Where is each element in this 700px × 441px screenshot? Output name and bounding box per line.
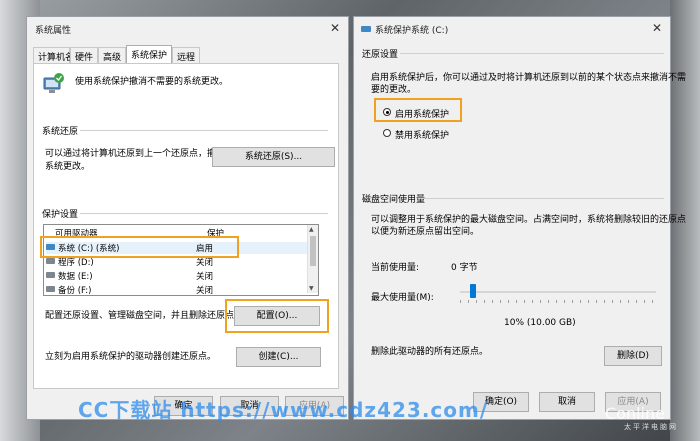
restore-desc-line2: 系统更改。 — [45, 162, 91, 172]
max-usage-label: 最大使用量(M): — [371, 293, 434, 303]
delete-desc: 删除此驱动器的所有还原点。 — [371, 347, 489, 357]
scroll-down-icon[interactable]: ▼ — [309, 285, 314, 292]
scroll-up-icon[interactable]: ▲ — [309, 226, 314, 233]
configure-desc: 配置还原设置、管理磁盘空间，并且删除还原点。 — [45, 311, 244, 321]
tab-computer-name[interactable]: 计算机名 — [33, 47, 74, 63]
cancel-button[interactable]: 取消 — [539, 392, 595, 412]
tab-remote[interactable]: 远程 — [172, 47, 200, 63]
protection-heading: 保护设置 — [42, 210, 79, 220]
watermark-brand-sub: 太平洋电脑网 — [624, 423, 678, 431]
slider-ticks — [460, 300, 656, 303]
close-icon[interactable]: ✕ — [652, 21, 662, 35]
system-protection-icon — [43, 73, 64, 93]
scroll-thumb[interactable] — [310, 236, 316, 266]
highlight-box-configure — [225, 299, 329, 333]
restore-settings-desc-line2: 要的更改。 — [371, 85, 417, 95]
intro-text: 使用系统保护撤消不需要的系统更改。 — [75, 77, 229, 87]
drive-list-scrollbar[interactable]: ▲ ▼ — [307, 225, 318, 293]
table-row[interactable]: 备份 (F:) 关闭 — [46, 284, 308, 296]
divider — [80, 213, 328, 214]
system-restore-button[interactable]: 系统还原(S)... — [212, 147, 335, 167]
disk-usage-heading: 磁盘空间使用量 — [362, 195, 426, 205]
drive-icon — [46, 272, 55, 278]
max-usage-value: 10% (10.00 GB) — [504, 318, 576, 328]
create-desc: 立刻为启用系统保护的驱动器创建还原点。 — [45, 352, 217, 362]
disk-usage-desc-line2: 以便为新还原点留出空间。 — [371, 227, 480, 237]
title-bar[interactable]: 系统属性 ✕ — [27, 17, 348, 41]
window-title: 系统保护系统 (C:) — [375, 26, 449, 36]
create-button[interactable]: 创建(C)... — [236, 347, 321, 367]
drive-name: 备份 (F:) — [58, 286, 92, 296]
tab-hardware[interactable]: 硬件 — [70, 47, 98, 63]
drive-protection: 关闭 — [196, 286, 214, 296]
drive-protection: 关闭 — [196, 272, 214, 282]
drive-icon — [46, 258, 55, 264]
restore-desc-line1: 可以通过将计算机还原到上一个还原点，撤消 — [45, 149, 226, 159]
restore-settings-heading: 还原设置 — [362, 50, 399, 60]
current-usage-label: 当前使用量: — [371, 263, 420, 273]
restore-settings-desc-line1: 启用系统保护后，你可以通过及时将计算机还原到以前的某个状态点来撤消不需 — [371, 73, 687, 83]
divider — [400, 53, 664, 54]
disable-radio-label[interactable]: 禁用系统保护 — [395, 128, 449, 141]
disable-radio[interactable] — [383, 129, 391, 137]
restore-heading: 系统还原 — [42, 127, 79, 137]
highlight-box-drive — [40, 236, 239, 258]
window-title: 系统属性 — [35, 26, 72, 36]
watermark-text: CC下载站 https://www.cdz423.com/ — [78, 398, 489, 422]
current-usage-value: 0 字节 — [451, 263, 478, 273]
tab-system-protection[interactable]: 系统保护 — [126, 45, 172, 63]
drive-name: 数据 (E:) — [58, 272, 93, 282]
watermark-brand: Conline — [605, 404, 665, 423]
divider — [418, 198, 664, 199]
drive-icon — [361, 26, 371, 32]
tab-advanced[interactable]: 高级 — [98, 47, 126, 63]
delete-button[interactable]: 删除(D) — [604, 346, 662, 366]
max-usage-slider[interactable] — [460, 284, 656, 303]
title-bar[interactable]: 系统保护系统 (C:) ✕ — [354, 17, 670, 41]
highlight-box-enable — [374, 98, 462, 122]
drive-icon — [46, 286, 55, 292]
table-row[interactable]: 数据 (E:) 关闭 — [46, 270, 308, 282]
divider — [80, 130, 328, 131]
close-icon[interactable]: ✕ — [330, 21, 340, 35]
drive-list[interactable]: 可用驱动器 保护 系统 (C:) (系统) 启用 程序 (D:) 关闭 数据 (… — [43, 224, 319, 296]
slider-thumb[interactable] — [469, 284, 476, 298]
